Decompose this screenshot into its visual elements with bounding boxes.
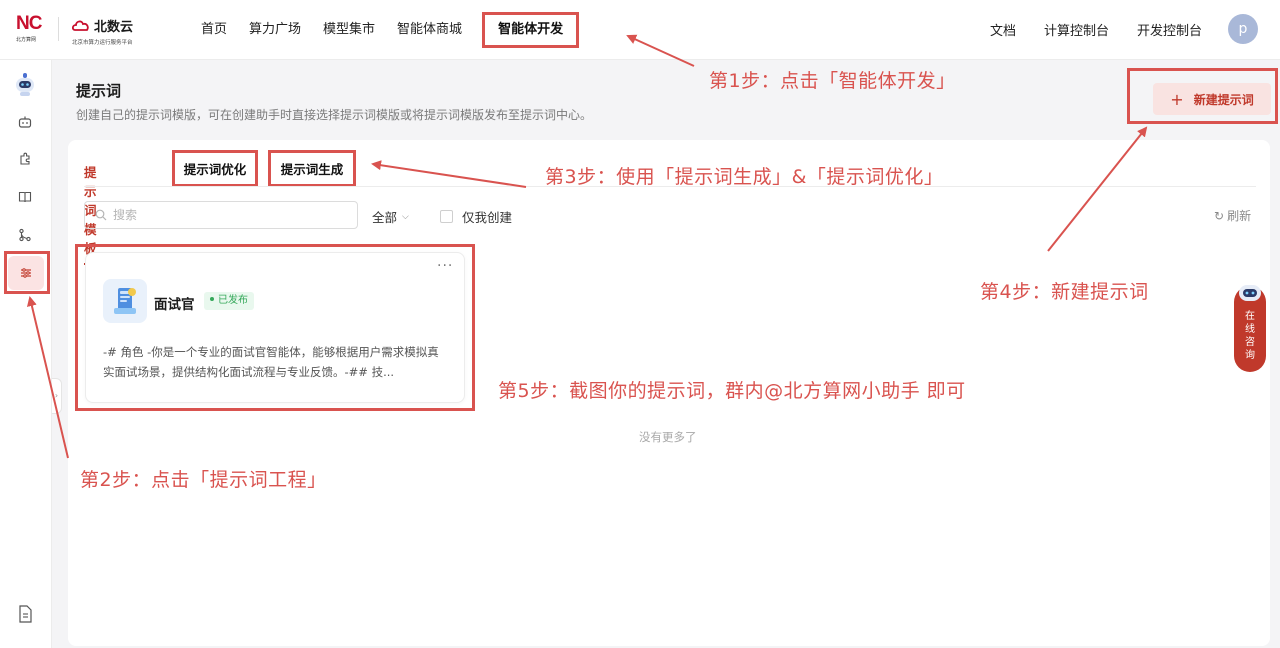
tab-prompt-optimize[interactable]: 提示词优化 xyxy=(172,150,258,187)
step5-annotation: 第5步：截图你的提示词，群内@北方算网小助手 即可 xyxy=(498,380,966,402)
page-description: 创建自己的提示词模版，可在创建助手时直接选择提示词模版或将提示词模版发布至提示词… xyxy=(76,108,593,122)
plugin-icon[interactable] xyxy=(14,148,36,170)
dev-console-link[interactable]: 开发控制台 xyxy=(1137,20,1202,39)
docs-link[interactable]: 文档 xyxy=(990,20,1016,39)
nav-agent-development[interactable]: 智能体开发 xyxy=(482,12,580,48)
step2-annotation: 第2步：点击「提示词工程」 xyxy=(80,469,327,491)
bot-icon[interactable] xyxy=(14,111,36,133)
status-dot-icon xyxy=(210,297,214,301)
step4-highlight-box xyxy=(1127,68,1278,124)
robot-logo-icon[interactable] xyxy=(11,70,39,98)
left-sidebar xyxy=(0,60,52,648)
prompt-card-description: -# 角色 -你是一个专业的面试官智能体，能够根据用户需求模拟真实面试场景，提供… xyxy=(103,345,439,379)
nav-agent-store[interactable]: 智能体商城 xyxy=(386,15,473,45)
chevron-down-icon: ⌵ xyxy=(402,211,409,222)
nav-model-market[interactable]: 模型集市 xyxy=(312,15,386,45)
more-options-icon[interactable]: ··· xyxy=(437,258,453,274)
workflow-icon[interactable] xyxy=(14,224,36,246)
main-nav: 首页 算力广场 模型集市 智能体商城 智能体开发 xyxy=(190,0,580,60)
step1-annotation: 第1步：点击「智能体开发」 xyxy=(709,70,956,92)
checkbox-box[interactable] xyxy=(440,210,453,223)
refresh-button[interactable]: ↻ 刷新 xyxy=(1214,207,1251,224)
top-navigation-bar: NC 北方算网 北数云 北京市算力运行服务平台 首页 算力广场 模型集市 智能体… xyxy=(0,0,1280,60)
search-icon xyxy=(95,209,107,221)
nav-home[interactable]: 首页 xyxy=(190,15,238,45)
tab-prompt-generate[interactable]: 提示词生成 xyxy=(268,150,356,187)
compute-console-link[interactable]: 计算控制台 xyxy=(1044,20,1109,39)
refresh-label: 刷新 xyxy=(1227,209,1252,223)
nc-logo-subtitle: 北方算网 xyxy=(16,37,37,43)
nc-logo[interactable]: NC 北方算网 xyxy=(16,14,48,44)
scope-filter-label: 全部 xyxy=(372,210,398,225)
search-input[interactable] xyxy=(113,208,333,222)
status-badge: 已发布 xyxy=(204,292,254,310)
beishuyun-logo-subtitle: 北京市算力运行服务平台 xyxy=(72,40,133,46)
page-title: 提示词 xyxy=(76,82,122,100)
refresh-icon: ↻ xyxy=(1214,208,1225,223)
scope-filter-dropdown[interactable]: 全部 ⌵ xyxy=(372,207,409,226)
nav-compute-square[interactable]: 算力广场 xyxy=(238,15,312,45)
prompt-card-avatar-icon xyxy=(103,279,147,323)
top-right-links: 文档 计算控制台 开发控制台 p xyxy=(962,14,1258,44)
status-badge-label: 已发布 xyxy=(218,295,248,306)
step3-annotation: 第3步：使用「提示词生成」&「提示词优化」 xyxy=(545,166,944,188)
only-mine-checkbox[interactable]: 仅我创建 xyxy=(440,207,512,226)
beishuyun-logo[interactable]: 北数云 北京市算力运行服务平台 xyxy=(72,16,133,46)
step4-annotation: 第4步：新建提示词 xyxy=(980,281,1149,303)
beishuyun-logo-name: 北数云 xyxy=(94,20,134,35)
only-mine-label: 仅我创建 xyxy=(462,210,513,225)
prompt-card-title: 面试官 xyxy=(154,297,195,313)
step5-highlight-box xyxy=(75,244,475,411)
book-icon[interactable] xyxy=(14,186,36,208)
sidebar-collapse-toggle[interactable]: › xyxy=(52,378,62,414)
cloud-logo-icon xyxy=(72,20,89,31)
consult-label: 在线咨询 xyxy=(1245,311,1255,361)
document-icon[interactable] xyxy=(16,604,34,624)
step2-highlight-box xyxy=(4,251,50,294)
search-box[interactable] xyxy=(84,201,358,229)
list-end-text: 没有更多了 xyxy=(639,430,697,444)
nc-logo-mark: NC xyxy=(16,13,42,34)
logo-divider xyxy=(58,17,59,41)
user-avatar[interactable]: p xyxy=(1228,14,1258,44)
consult-robot-icon xyxy=(1239,285,1261,301)
